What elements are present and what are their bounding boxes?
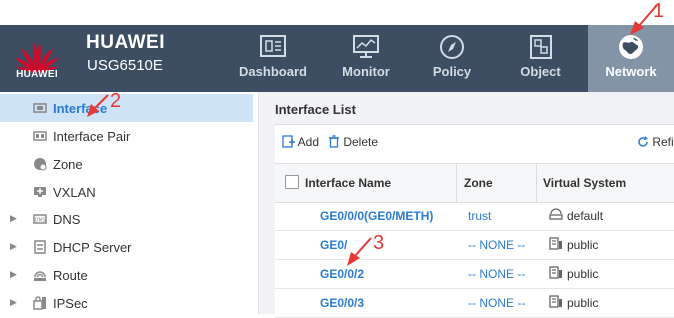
interface-icon xyxy=(33,103,47,113)
nav-label: Policy xyxy=(432,64,472,79)
col-header-interface-name[interactable]: Interface Name xyxy=(305,176,391,190)
trash-icon xyxy=(329,135,339,148)
vsys-label: public xyxy=(567,296,599,310)
col-header-virtual-system[interactable]: Virtual System xyxy=(543,176,626,190)
sidebar-item-label: Interface Pair xyxy=(53,129,131,144)
select-all-checkbox[interactable] xyxy=(285,175,299,189)
sidebar-item-dhcp-server[interactable]: ▶ DHCP Server xyxy=(0,233,253,261)
main-content: Interface List Add Delete Refi Interface… xyxy=(259,92,674,318)
interface-list-panel: Add Delete Refi Interface Name Zone Virt… xyxy=(275,124,674,318)
dashboard-icon xyxy=(260,35,286,57)
zone-value: trust xyxy=(468,209,492,223)
vsys-public-icon xyxy=(549,266,562,279)
sidebar-item-vxlan[interactable]: VXLAN xyxy=(0,178,253,206)
logo-wordmark: HUAWEI xyxy=(16,69,58,80)
sidebar-item-label: DNS xyxy=(53,212,81,227)
device-model: USG6510E xyxy=(87,57,163,74)
nav-policy[interactable]: Policy xyxy=(411,25,493,92)
refresh-button[interactable]: Refi xyxy=(637,135,674,149)
vxlan-icon xyxy=(34,187,46,197)
add-icon xyxy=(282,135,295,148)
vsys-public-icon xyxy=(549,295,562,308)
nav-label: Network xyxy=(605,64,657,79)
interface-name-link[interactable]: GE0/0/0(GE0/METH) xyxy=(320,209,433,223)
refresh-label: Refi xyxy=(652,135,674,149)
svg-text:DNS: DNS xyxy=(35,218,46,224)
monitor-icon xyxy=(353,35,379,58)
col-header-zone[interactable]: Zone xyxy=(464,176,493,190)
vsys-value: default xyxy=(549,208,604,223)
vsys-value: public xyxy=(549,266,599,281)
route-icon xyxy=(34,271,46,281)
vsys-label: public xyxy=(567,238,599,252)
main-nav: Dashboard Monitor Policy Object Network xyxy=(225,25,674,92)
expand-arrow-icon[interactable]: ▶ xyxy=(10,213,17,224)
sidebar: Interface Interface Pair Zone VXLAN ▶ DN… xyxy=(0,92,259,314)
dns-icon: DNS xyxy=(33,214,47,224)
dhcp-server-icon xyxy=(34,240,46,254)
delete-button[interactable]: Delete xyxy=(328,135,378,149)
zone-value: -- NONE -- xyxy=(468,296,526,310)
sidebar-item-label: Zone xyxy=(53,157,83,172)
sidebar-item-ipsec[interactable]: ▶ IPSec xyxy=(0,289,253,317)
vsys-public-icon xyxy=(549,237,562,250)
nav-monitor[interactable]: Monitor xyxy=(321,25,411,92)
sidebar-item-label: IPSec xyxy=(53,296,88,311)
nav-label: Dashboard xyxy=(239,64,307,79)
table-row[interactable]: GE0/ -- NONE -- public xyxy=(275,231,674,260)
zone-value: -- NONE -- xyxy=(468,238,526,252)
table-row[interactable]: GE0/0/0(GE0/METH) trust default xyxy=(275,202,674,231)
expand-arrow-icon[interactable]: ▶ xyxy=(10,297,17,308)
sidebar-item-label: VXLAN xyxy=(53,185,96,200)
vsys-default-icon xyxy=(549,208,563,220)
delete-label: Delete xyxy=(343,135,379,149)
add-button[interactable]: Add xyxy=(282,135,319,149)
column-divider xyxy=(536,164,537,202)
sidebar-item-interface-pair[interactable]: Interface Pair xyxy=(0,122,253,150)
table-row[interactable]: GE0/0/2 -- NONE -- public xyxy=(275,260,674,289)
object-icon xyxy=(529,35,552,59)
refresh-icon xyxy=(638,136,648,147)
page-title: Interface List xyxy=(275,102,356,117)
sidebar-item-zone[interactable]: Zone xyxy=(0,150,253,178)
add-label: Add xyxy=(297,135,320,149)
vsys-value: public xyxy=(549,237,599,252)
vsys-label: public xyxy=(567,267,599,281)
nav-dashboard[interactable]: Dashboard xyxy=(225,25,321,92)
zone-icon xyxy=(34,158,47,171)
table-header: Interface Name Zone Virtual System xyxy=(275,163,674,203)
annotation-arrow-2 xyxy=(87,94,109,117)
nav-label: Monitor xyxy=(342,64,390,79)
vsys-value: public xyxy=(549,295,599,310)
interface-pair-icon xyxy=(33,131,47,141)
brand-name: HUAWEI xyxy=(86,32,165,53)
annotation-arrow-3 xyxy=(347,237,372,266)
annotation-arrow-1 xyxy=(630,4,658,35)
column-divider xyxy=(456,164,457,202)
sidebar-item-interface[interactable]: Interface xyxy=(0,94,253,122)
policy-compass-icon xyxy=(440,35,464,59)
ipsec-icon xyxy=(33,296,46,310)
nav-object[interactable]: Object xyxy=(493,25,588,92)
sidebar-item-route[interactable]: ▶ Route xyxy=(0,261,253,289)
sidebar-item-label: DHCP Server xyxy=(53,240,132,255)
network-globe-icon xyxy=(619,35,643,59)
interface-name-link[interactable]: GE0/0/3 xyxy=(320,296,364,310)
sidebar-item-dns[interactable]: ▶ DNS DNS xyxy=(0,205,253,233)
sidebar-item-label: Route xyxy=(53,268,88,283)
expand-arrow-icon[interactable]: ▶ xyxy=(10,241,17,252)
nav-label: Object xyxy=(520,64,561,79)
zone-value: -- NONE -- xyxy=(468,267,526,281)
expand-arrow-icon[interactable]: ▶ xyxy=(10,269,17,280)
vsys-label: default xyxy=(567,209,604,223)
